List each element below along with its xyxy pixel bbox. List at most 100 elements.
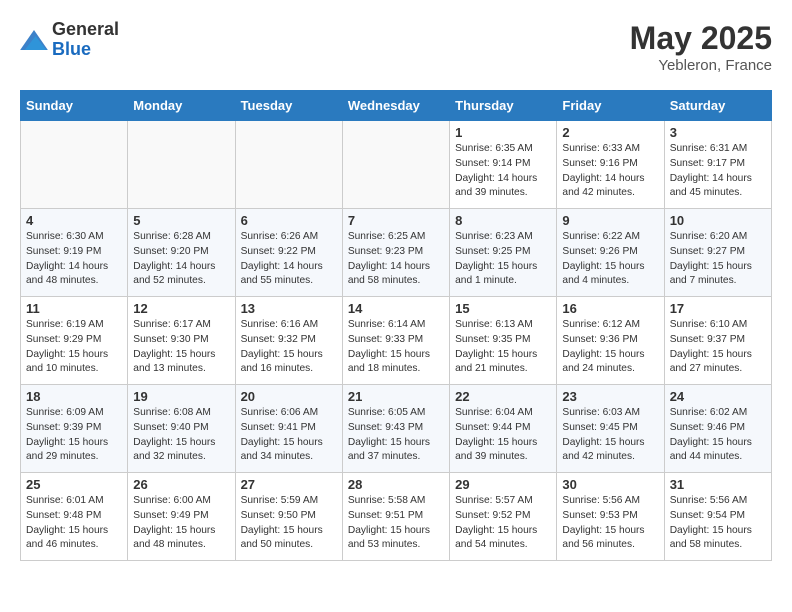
- cell-content: Sunrise: 6:06 AMSunset: 9:41 PMDaylight:…: [241, 406, 337, 465]
- week-row-2: 4 Sunrise: 6:30 AMSunset: 9:19 PMDaylight…: [21, 209, 772, 297]
- cell-content: Sunrise: 6:14 AMSunset: 9:33 PMDaylight:…: [348, 318, 444, 377]
- day-number: 28: [348, 477, 444, 492]
- calendar-cell: 6 Sunrise: 6:26 AMSunset: 9:22 PMDaylight…: [235, 209, 342, 297]
- calendar-cell: 19 Sunrise: 6:08 AMSunset: 9:40 PMDayligh…: [128, 385, 235, 473]
- cell-content: Sunrise: 6:31 AMSunset: 9:17 PMDaylight:…: [670, 142, 766, 201]
- cell-content: Sunrise: 6:25 AMSunset: 9:23 PMDaylight:…: [348, 230, 444, 289]
- cell-content: Sunrise: 6:08 AMSunset: 9:40 PMDaylight:…: [133, 406, 229, 465]
- column-header-thursday: Thursday: [450, 91, 557, 121]
- cell-content: Sunrise: 6:03 AMSunset: 9:45 PMDaylight:…: [562, 406, 658, 465]
- day-number: 9: [562, 213, 658, 228]
- page-header: General Blue May 2025 Yebleron, France: [20, 20, 772, 74]
- logo-blue: Blue: [52, 39, 91, 59]
- day-number: 2: [562, 125, 658, 140]
- cell-content: Sunrise: 6:22 AMSunset: 9:26 PMDaylight:…: [562, 230, 658, 289]
- day-number: 14: [348, 301, 444, 316]
- calendar-cell: 16Sunrise: 6:12 AMSunset: 9:36 PMDayligh…: [557, 297, 664, 385]
- cell-content: Sunrise: 6:17 AMSunset: 9:30 PMDaylight:…: [133, 318, 229, 377]
- cell-content: Sunrise: 5:56 AMSunset: 9:54 PMDaylight:…: [670, 494, 766, 553]
- calendar-cell: 29 Sunrise: 5:57 AMSunset: 9:52 PMDayligh…: [450, 473, 557, 561]
- calendar-cell: 31 Sunrise: 5:56 AMSunset: 9:54 PMDayligh…: [664, 473, 771, 561]
- calendar-cell: 28 Sunrise: 5:58 AMSunset: 9:51 PMDayligh…: [342, 473, 449, 561]
- day-number: 23: [562, 389, 658, 404]
- calendar-cell: 9 Sunrise: 6:22 AMSunset: 9:26 PMDaylight…: [557, 209, 664, 297]
- calendar-cell: 10Sunrise: 6:20 AMSunset: 9:27 PMDayligh…: [664, 209, 771, 297]
- location: Yebleron, France: [630, 57, 772, 74]
- week-row-3: 11Sunrise: 6:19 AMSunset: 9:29 PMDayligh…: [21, 297, 772, 385]
- cell-content: Sunrise: 6:26 AMSunset: 9:22 PMDaylight:…: [241, 230, 337, 289]
- day-number: 17: [670, 301, 766, 316]
- day-number: 20: [241, 389, 337, 404]
- week-row-5: 25 Sunrise: 6:01 AMSunset: 9:48 PMDayligh…: [21, 473, 772, 561]
- day-number: 24: [670, 389, 766, 404]
- day-number: 4: [26, 213, 122, 228]
- calendar-body: 1 Sunrise: 6:35 AMSunset: 9:14 PMDaylight…: [21, 121, 772, 561]
- column-header-tuesday: Tuesday: [235, 91, 342, 121]
- day-number: 22: [455, 389, 551, 404]
- calendar-cell: 5Sunrise: 6:28 AMSunset: 9:20 PMDaylight…: [128, 209, 235, 297]
- day-number: 12: [133, 301, 229, 316]
- logo-icon: [20, 30, 48, 50]
- day-number: 13: [241, 301, 337, 316]
- calendar-cell: 3Sunrise: 6:31 AMSunset: 9:17 PMDaylight…: [664, 121, 771, 209]
- cell-content: Sunrise: 6:30 AMSunset: 9:19 PMDaylight:…: [26, 230, 122, 289]
- cell-content: Sunrise: 5:59 AMSunset: 9:50 PMDaylight:…: [241, 494, 337, 553]
- calendar-cell: 30Sunrise: 5:56 AMSunset: 9:53 PMDayligh…: [557, 473, 664, 561]
- day-number: 10: [670, 213, 766, 228]
- day-number: 27: [241, 477, 337, 492]
- column-header-sunday: Sunday: [21, 91, 128, 121]
- day-number: 19: [133, 389, 229, 404]
- cell-content: Sunrise: 6:16 AMSunset: 9:32 PMDaylight:…: [241, 318, 337, 377]
- day-number: 25: [26, 477, 122, 492]
- calendar-cell: 1 Sunrise: 6:35 AMSunset: 9:14 PMDaylight…: [450, 121, 557, 209]
- calendar-cell: 23 Sunrise: 6:03 AMSunset: 9:45 PMDayligh…: [557, 385, 664, 473]
- day-number: 26: [133, 477, 229, 492]
- cell-content: Sunrise: 6:01 AMSunset: 9:48 PMDaylight:…: [26, 494, 122, 553]
- calendar-cell: 26 Sunrise: 6:00 AMSunset: 9:49 PMDayligh…: [128, 473, 235, 561]
- column-header-saturday: Saturday: [664, 91, 771, 121]
- calendar-cell: 2 Sunrise: 6:33 AMSunset: 9:16 PMDaylight…: [557, 121, 664, 209]
- calendar-cell: [21, 121, 128, 209]
- day-number: 7: [348, 213, 444, 228]
- cell-content: Sunrise: 5:57 AMSunset: 9:52 PMDaylight:…: [455, 494, 551, 553]
- calendar-cell: 20 Sunrise: 6:06 AMSunset: 9:41 PMDayligh…: [235, 385, 342, 473]
- calendar-header: SundayMondayTuesdayWednesdayThursdayFrid…: [21, 91, 772, 121]
- day-number: 21: [348, 389, 444, 404]
- calendar-cell: [235, 121, 342, 209]
- title-block: May 2025 Yebleron, France: [630, 20, 772, 74]
- cell-content: Sunrise: 6:33 AMSunset: 9:16 PMDaylight:…: [562, 142, 658, 201]
- calendar-cell: 8Sunrise: 6:23 AMSunset: 9:25 PMDaylight…: [450, 209, 557, 297]
- calendar-cell: 25 Sunrise: 6:01 AMSunset: 9:48 PMDayligh…: [21, 473, 128, 561]
- day-number: 16: [562, 301, 658, 316]
- cell-content: Sunrise: 6:09 AMSunset: 9:39 PMDaylight:…: [26, 406, 122, 465]
- day-number: 15: [455, 301, 551, 316]
- cell-content: Sunrise: 6:28 AMSunset: 9:20 PMDaylight:…: [133, 230, 229, 289]
- day-number: 1: [455, 125, 551, 140]
- calendar-cell: 27 Sunrise: 5:59 AMSunset: 9:50 PMDayligh…: [235, 473, 342, 561]
- calendar-cell: 18Sunrise: 6:09 AMSunset: 9:39 PMDayligh…: [21, 385, 128, 473]
- cell-content: Sunrise: 6:00 AMSunset: 9:49 PMDaylight:…: [133, 494, 229, 553]
- column-header-monday: Monday: [128, 91, 235, 121]
- month-year: May 2025: [630, 20, 772, 57]
- calendar-cell: 4 Sunrise: 6:30 AMSunset: 9:19 PMDaylight…: [21, 209, 128, 297]
- week-row-4: 18Sunrise: 6:09 AMSunset: 9:39 PMDayligh…: [21, 385, 772, 473]
- day-number: 31: [670, 477, 766, 492]
- day-number: 29: [455, 477, 551, 492]
- calendar-cell: 7 Sunrise: 6:25 AMSunset: 9:23 PMDaylight…: [342, 209, 449, 297]
- logo: General Blue: [20, 20, 119, 60]
- header-row: SundayMondayTuesdayWednesdayThursdayFrid…: [21, 91, 772, 121]
- calendar-cell: 15Sunrise: 6:13 AMSunset: 9:35 PMDayligh…: [450, 297, 557, 385]
- cell-content: Sunrise: 6:05 AMSunset: 9:43 PMDaylight:…: [348, 406, 444, 465]
- calendar-cell: 11Sunrise: 6:19 AMSunset: 9:29 PMDayligh…: [21, 297, 128, 385]
- day-number: 30: [562, 477, 658, 492]
- logo-text: General Blue: [52, 20, 119, 60]
- day-number: 6: [241, 213, 337, 228]
- cell-content: Sunrise: 6:10 AMSunset: 9:37 PMDaylight:…: [670, 318, 766, 377]
- cell-content: Sunrise: 6:04 AMSunset: 9:44 PMDaylight:…: [455, 406, 551, 465]
- column-header-wednesday: Wednesday: [342, 91, 449, 121]
- day-number: 11: [26, 301, 122, 316]
- calendar-table: SundayMondayTuesdayWednesdayThursdayFrid…: [20, 90, 772, 561]
- cell-content: Sunrise: 5:58 AMSunset: 9:51 PMDaylight:…: [348, 494, 444, 553]
- calendar-cell: 24Sunrise: 6:02 AMSunset: 9:46 PMDayligh…: [664, 385, 771, 473]
- cell-content: Sunrise: 6:35 AMSunset: 9:14 PMDaylight:…: [455, 142, 551, 201]
